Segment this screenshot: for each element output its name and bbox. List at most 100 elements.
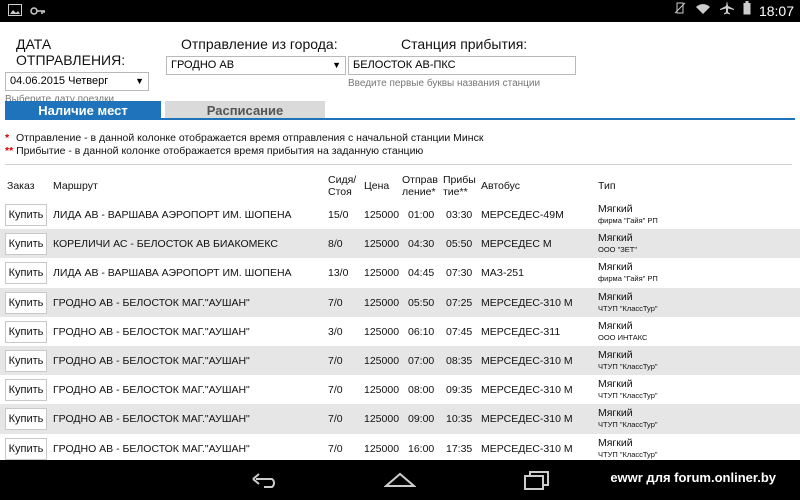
type-cell: Мягкий bbox=[598, 232, 633, 245]
price-cell: 125000 bbox=[364, 238, 400, 251]
buy-button[interactable]: Купить bbox=[5, 204, 47, 226]
airplane-icon bbox=[719, 1, 735, 20]
arrival-cell: 17:35 bbox=[446, 442, 473, 455]
buy-button[interactable]: Купить bbox=[5, 437, 47, 460]
type-cell: Мягкий bbox=[598, 261, 633, 274]
bus-cell: МЕРСЕДЕС-310 М bbox=[481, 384, 573, 397]
table-row: Купить ЛИДА АВ - ВАРШАВА АЭРОПОРТ ИМ. ШОП… bbox=[0, 258, 800, 287]
note-arrival: ** Прибытие - в данной колонке отображае… bbox=[5, 145, 483, 158]
to-input[interactable]: БЕЛОСТОК АВ-ПКС bbox=[348, 56, 576, 75]
arrival-cell: 03:30 bbox=[446, 209, 473, 221]
header-arrival: Прибы тие** bbox=[443, 174, 476, 198]
chevron-down-icon: ▼ bbox=[135, 76, 144, 86]
note-text: Отправление - в данной колонке отображае… bbox=[16, 132, 484, 144]
seats-cell: 7/0 bbox=[328, 296, 343, 309]
header-departure: Отправ ление* bbox=[402, 174, 438, 198]
price-cell: 125000 bbox=[364, 413, 400, 426]
home-icon[interactable] bbox=[383, 470, 417, 493]
to-hint: Введите первые буквы названия станции bbox=[348, 78, 541, 89]
buy-button[interactable]: Купить bbox=[5, 379, 47, 402]
header-arrival-line2: тие** bbox=[443, 186, 468, 198]
table-row: Купить ГРОДНО АВ - БЕЛОСТОК МАГ."АУШАН" 7/… bbox=[0, 287, 800, 317]
carrier-cell: ООО ИНТАКС bbox=[598, 332, 648, 342]
buy-button[interactable]: Купить bbox=[5, 408, 47, 431]
buy-button[interactable]: Купить bbox=[5, 291, 47, 314]
seats-cell: 3/0 bbox=[328, 325, 343, 338]
departure-cell: 04:30 bbox=[408, 238, 435, 251]
bus-cell: МЕРСЕДЕС-310 М bbox=[481, 296, 573, 309]
type-cell: Мягкий bbox=[598, 436, 633, 449]
departure-cell: 05:50 bbox=[408, 296, 435, 309]
route-cell: ГРОДНО АВ - БЕЛОСТОК МАГ."АУШАН" bbox=[53, 354, 250, 367]
carrier-cell: ЧТУП "КлассТур" bbox=[598, 449, 658, 459]
tab-underline bbox=[5, 118, 795, 120]
header-type: Тип bbox=[598, 180, 616, 192]
header-departure-line1: Отправ bbox=[402, 174, 438, 186]
header-route: Маршрут bbox=[53, 180, 98, 192]
arrival-cell: 10:35 bbox=[446, 413, 473, 426]
route-cell: ГРОДНО АВ - БЕЛОСТОК МАГ."АУШАН" bbox=[53, 296, 250, 309]
status-time: 18:07 bbox=[758, 2, 794, 19]
status-bar: 18:07 bbox=[0, 0, 800, 22]
note-star: * bbox=[5, 132, 10, 144]
to-label: Станция прибытия: bbox=[401, 36, 528, 52]
date-field: ДАТА ОТПРАВЛЕНИЯ: 04.06.2015 Четверг ▼ В… bbox=[5, 36, 162, 105]
route-cell: ЛИДА АВ - ВАРШАВА АЭРОПОРТ ИМ. ШОПЕНА bbox=[53, 209, 292, 221]
seats-cell: 7/0 bbox=[328, 413, 343, 426]
buy-button[interactable]: Купить bbox=[5, 262, 47, 285]
image-icon bbox=[8, 3, 22, 21]
departure-cell: 01:00 bbox=[408, 209, 435, 221]
buy-button[interactable]: Купить bbox=[5, 233, 47, 256]
type-cell: Мягкий bbox=[598, 348, 633, 361]
price-cell: 125000 bbox=[364, 267, 400, 280]
buy-button[interactable]: Купить bbox=[5, 349, 47, 372]
arrival-cell: 07:25 bbox=[446, 296, 473, 309]
bus-cell: МЕРСЕДЕС-311 bbox=[481, 325, 561, 338]
bus-cell: МЕРСЕДЕС-49М bbox=[481, 209, 564, 221]
header-departure-line2: ление* bbox=[402, 186, 436, 198]
battery-icon bbox=[743, 1, 751, 20]
from-select[interactable]: ГРОДНО АВ ▼ bbox=[166, 56, 346, 75]
vibrate-off-icon bbox=[673, 1, 687, 20]
from-label: Отправление из города: bbox=[181, 36, 338, 52]
price-cell: 125000 bbox=[364, 442, 400, 455]
route-cell: ЛИДА АВ - ВАРШАВА АЭРОПОРТ ИМ. ШОПЕНА bbox=[53, 267, 292, 280]
header-order: Заказ bbox=[7, 180, 35, 192]
header-seats-line2: Стоя bbox=[328, 186, 352, 198]
type-cell: Мягкий bbox=[598, 290, 633, 303]
table-body: Купить ЛИДА АВ - ВАРШАВА АЭРОПОРТ ИМ. ШОП… bbox=[0, 200, 800, 460]
buy-button[interactable]: Купить bbox=[5, 320, 47, 343]
table-row: Купить ГРОДНО АВ - БЕЛОСТОК МАГ."АУШАН" 7/… bbox=[0, 434, 800, 461]
table-row: Купить КОРЕЛИЧИ АС - БЕЛОСТОК АВ БИАКОМЕК… bbox=[0, 229, 800, 259]
notes: * Отправление - в данной колонке отображ… bbox=[5, 132, 483, 158]
price-cell: 125000 bbox=[364, 384, 400, 397]
seats-cell: 7/0 bbox=[328, 384, 343, 397]
tabs: Наличие мест Расписание bbox=[5, 101, 795, 120]
recent-apps-icon[interactable] bbox=[522, 470, 552, 495]
price-cell: 125000 bbox=[364, 296, 400, 309]
table-row: Купить ЛИДА АВ - ВАРШАВА АЭРОПОРТ ИМ. ШОП… bbox=[0, 200, 800, 229]
carrier-cell: ЧТУП "КлассТур" bbox=[598, 303, 658, 313]
note-departure: * Отправление - в данной колонке отображ… bbox=[5, 132, 483, 145]
arrival-cell: 07:30 bbox=[446, 267, 473, 280]
key-icon bbox=[30, 3, 46, 21]
arrival-cell: 09:35 bbox=[446, 384, 473, 397]
carrier-cell: фирма "Гайя" РП bbox=[598, 274, 658, 284]
departure-cell: 06:10 bbox=[408, 325, 435, 338]
route-cell: ГРОДНО АВ - БЕЛОСТОК МАГ."АУШАН" bbox=[53, 442, 250, 455]
seats-cell: 7/0 bbox=[328, 354, 343, 367]
seats-cell: 7/0 bbox=[328, 442, 343, 455]
bus-cell: МЕРСЕДЕС-310 М bbox=[481, 442, 573, 455]
price-cell: 125000 bbox=[364, 209, 400, 221]
header-price: Цена bbox=[364, 180, 390, 192]
back-icon[interactable] bbox=[250, 470, 280, 493]
navigation-bar: ewwr для forum.onliner.by bbox=[0, 460, 800, 500]
route-cell: КОРЕЛИЧИ АС - БЕЛОСТОК АВ БИАКОМЕКС bbox=[53, 238, 278, 251]
bus-cell: МЕРСЕДЕС-310 М bbox=[481, 354, 573, 367]
price-cell: 125000 bbox=[364, 325, 400, 338]
wifi-icon bbox=[695, 2, 711, 20]
date-select[interactable]: 04.06.2015 Четверг ▼ bbox=[5, 72, 149, 91]
price-cell: 125000 bbox=[364, 354, 400, 367]
header-arrival-line1: Прибы bbox=[443, 174, 476, 186]
carrier-cell: фирма "Гайя" РП bbox=[598, 216, 658, 225]
